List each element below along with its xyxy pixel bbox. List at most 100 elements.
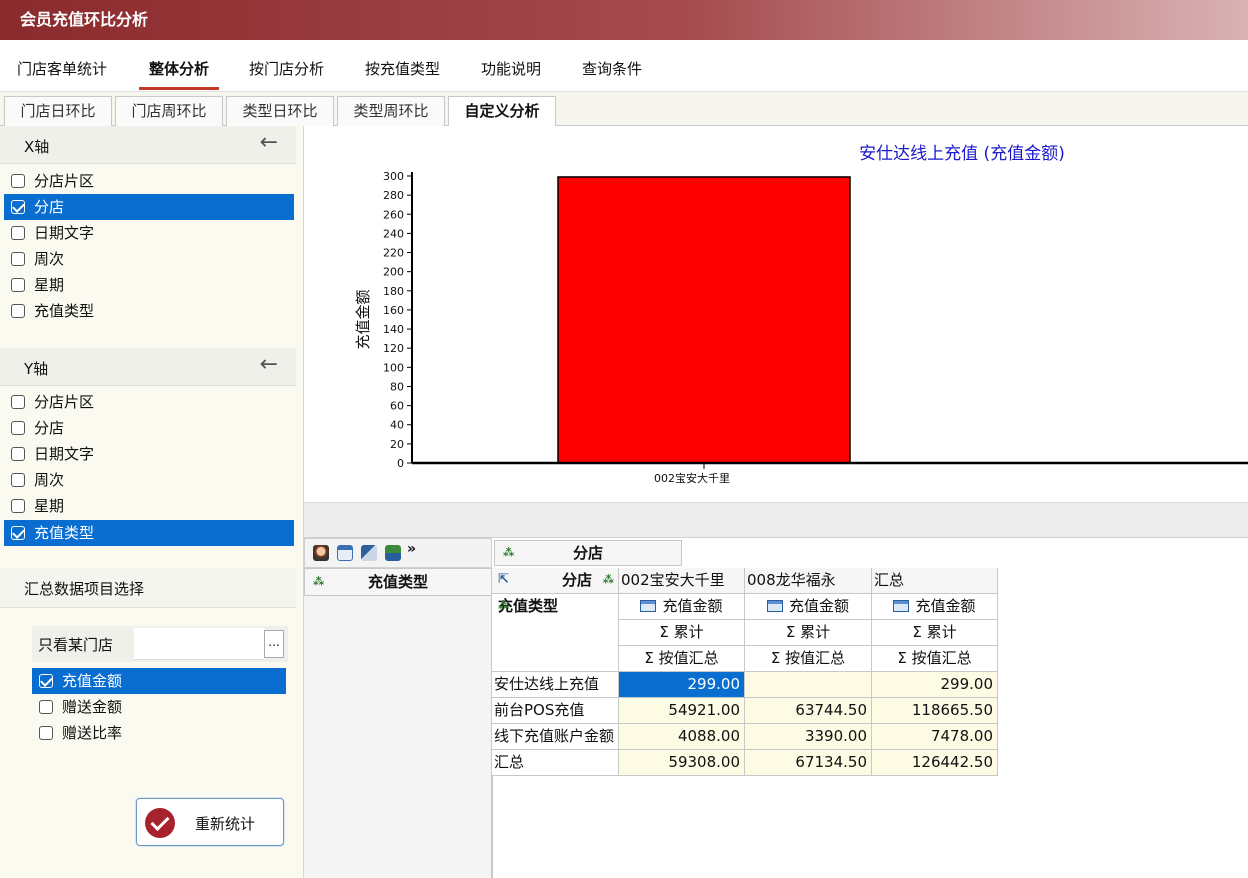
checkbox-checked-icon[interactable]: [39, 674, 53, 688]
data-cell[interactable]: 299.00: [619, 672, 745, 698]
y-option-date-text[interactable]: 日期文字: [4, 441, 294, 467]
checkbox-icon[interactable]: [11, 421, 25, 435]
x-option-store[interactable]: 分店: [4, 194, 294, 220]
subtab-store-daily[interactable]: 门店日环比: [4, 96, 112, 126]
tools-icon[interactable]: [361, 545, 377, 561]
summary-item-gift-ratio[interactable]: 赠送比率: [32, 720, 286, 746]
checkbox-icon[interactable]: [11, 473, 25, 487]
browse-button[interactable]: ...: [264, 630, 284, 658]
measure-header: 充值金额: [745, 594, 872, 620]
pivot-grid: » ⁂ 分店 ⁂ 充值类型 ⇱ 分店 ⁂ 002宝安大千里 008龙华福永 汇总…: [304, 538, 1248, 878]
x-option-weekday[interactable]: 星期: [4, 272, 294, 298]
overflow-chevron-icon[interactable]: »: [407, 541, 416, 557]
checkbox-icon[interactable]: [11, 304, 25, 318]
row-field-area: [304, 596, 492, 878]
row-header[interactable]: 前台POS充值: [492, 698, 619, 724]
subtab-type-weekly[interactable]: 类型周环比: [337, 96, 445, 126]
store-filter-input[interactable]: [134, 628, 264, 660]
corner-column-field[interactable]: ⇱ 分店 ⁂: [492, 568, 619, 594]
left-options-panel: X轴 ← 分店片区 分店 日期文字 周次 星期 充值类型 Y轴 ← 分店片区 分…: [0, 126, 304, 878]
data-cell[interactable]: 299.00: [872, 672, 998, 698]
data-cell[interactable]: 4088.00: [619, 724, 745, 750]
row-header[interactable]: 线下充值账户金额: [492, 724, 619, 750]
x-option-label: 周次: [34, 250, 65, 268]
x-option-label: 日期文字: [34, 224, 95, 242]
y-option-district[interactable]: 分店片区: [4, 389, 294, 415]
corner-label: 分店: [561, 571, 592, 589]
data-cell[interactable]: 59308.00: [619, 750, 745, 776]
recalculate-label: 重新统计: [195, 815, 256, 833]
summary-item-recharge-amount[interactable]: 充值金额: [32, 668, 286, 694]
checkbox-checked-icon[interactable]: [11, 526, 25, 540]
subtab-custom-analysis[interactable]: 自定义分析: [448, 96, 556, 127]
aggregate-header: Σ 累计: [745, 620, 872, 646]
x-option-label: 充值类型: [34, 302, 95, 320]
data-cell[interactable]: 67134.50: [745, 750, 872, 776]
subtab-store-weekly[interactable]: 门店周环比: [115, 96, 223, 126]
checkbox-icon[interactable]: [11, 447, 25, 461]
grid-icon: [893, 600, 910, 612]
y-option-label: 星期: [34, 497, 65, 515]
bar-chart: 安仕达线上充值 (充值金额) 充值金额 0 20 40 60 80 100 120 140 160 1…: [354, 144, 1248, 485]
tab-store-ticket-stats[interactable]: 门店客单统计: [17, 58, 107, 88]
user-icon[interactable]: [313, 545, 329, 561]
recalculate-button[interactable]: 重新统计: [136, 798, 284, 846]
data-cell[interactable]: 63744.50: [745, 698, 872, 724]
tab-by-store[interactable]: 按门店分析: [249, 58, 324, 88]
y-tick-label: 0: [397, 457, 404, 470]
checkbox-icon[interactable]: [39, 726, 53, 740]
x-option-date-text[interactable]: 日期文字: [4, 220, 294, 246]
arrow-left-icon[interactable]: ←: [260, 352, 278, 377]
column-header[interactable]: 008龙华福永: [745, 568, 872, 594]
column-header[interactable]: 汇总: [872, 568, 998, 594]
summary-header: Σ 按值汇总: [619, 646, 745, 672]
row-header[interactable]: 汇总: [492, 750, 619, 776]
tab-overall-analysis[interactable]: 整体分析: [138, 58, 220, 90]
tab-query-conditions[interactable]: 查询条件: [582, 58, 642, 88]
summary-item-gift-amount[interactable]: 赠送金额: [32, 694, 286, 720]
y-option-week-no[interactable]: 周次: [4, 467, 294, 493]
data-cell[interactable]: 118665.50: [872, 698, 998, 724]
expand-icon[interactable]: ⇱: [498, 568, 509, 592]
data-cell[interactable]: 3390.00: [745, 724, 872, 750]
chart-settings-icon[interactable]: [385, 545, 401, 561]
checkbox-icon[interactable]: [11, 395, 25, 409]
panel-splitter[interactable]: [304, 502, 1248, 538]
row-header[interactable]: 安仕达线上充值: [492, 672, 619, 698]
x-option-week-no[interactable]: 周次: [4, 246, 294, 272]
checkbox-icon[interactable]: [11, 278, 25, 292]
data-cell[interactable]: 126442.50: [872, 750, 998, 776]
x-option-district[interactable]: 分店片区: [4, 168, 294, 194]
y-option-recharge-type[interactable]: 充值类型: [4, 520, 294, 546]
data-cell[interactable]: 54921.00: [619, 698, 745, 724]
y-tick-label: 80: [390, 380, 404, 393]
table-icon[interactable]: [337, 545, 353, 561]
checkbox-icon[interactable]: [11, 499, 25, 513]
checkbox-icon[interactable]: [11, 174, 25, 188]
checkbox-checked-icon[interactable]: [11, 200, 25, 214]
y-option-weekday[interactable]: 星期: [4, 493, 294, 519]
checkbox-icon[interactable]: [11, 226, 25, 240]
data-cell[interactable]: 7478.00: [872, 724, 998, 750]
aggregate-header: Σ 累计: [872, 620, 998, 646]
subtab-type-daily[interactable]: 类型日环比: [226, 96, 334, 126]
x-option-recharge-type[interactable]: 充值类型: [4, 298, 294, 324]
y-option-store[interactable]: 分店: [4, 415, 294, 441]
x-axis-header: X轴 ←: [0, 126, 296, 164]
checkbox-icon[interactable]: [11, 252, 25, 266]
row-field-header[interactable]: ⁂ 充值类型: [304, 568, 492, 596]
row-field-label-cell[interactable]: ⁂ 充值类型: [492, 594, 619, 672]
tab-by-recharge-type[interactable]: 按充值类型: [365, 58, 440, 88]
checkbox-icon[interactable]: [39, 700, 53, 714]
aggregate-header: Σ 累计: [619, 620, 745, 646]
data-cell[interactable]: [745, 672, 872, 698]
y-tick-label: 160: [383, 304, 404, 317]
chart-title: 安仕达线上充值 (充值金额): [859, 144, 1065, 164]
summary-title: 汇总数据项目选择: [24, 580, 145, 598]
grid-icon: [766, 600, 783, 612]
tab-function-help[interactable]: 功能说明: [481, 58, 541, 88]
column-field-tag[interactable]: ⁂ 分店: [494, 540, 682, 566]
y-tick-label: 120: [383, 342, 404, 355]
arrow-left-icon[interactable]: ←: [260, 130, 278, 155]
column-header[interactable]: 002宝安大千里: [619, 568, 745, 594]
